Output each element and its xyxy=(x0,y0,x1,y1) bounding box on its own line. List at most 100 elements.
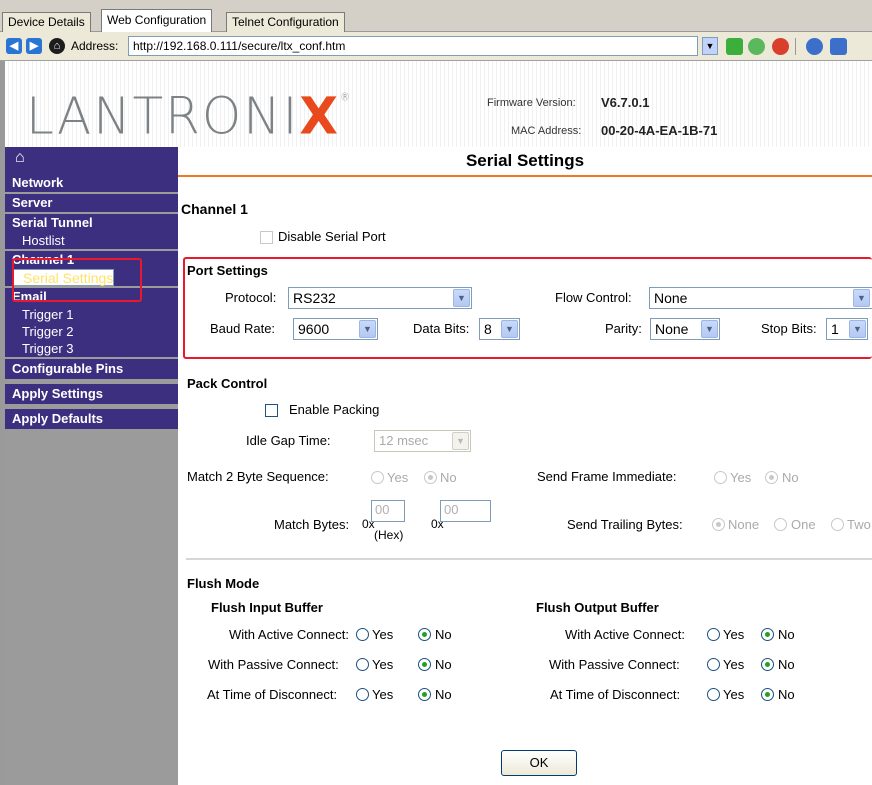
output-passive-no-radio[interactable] xyxy=(761,658,774,671)
sidebar-item-serial-tunnel[interactable]: Serial Tunnel xyxy=(12,214,178,232)
home-icon[interactable]: ⌂ xyxy=(5,147,178,174)
input-disconnect-no-radio[interactable] xyxy=(418,688,431,701)
chevron-down-icon: ▼ xyxy=(452,432,469,450)
sidebar-item-channel1[interactable]: Channel 1 xyxy=(12,251,178,269)
section-divider xyxy=(186,558,872,560)
input-disconnect-label: At Time of Disconnect: xyxy=(207,687,338,702)
protocol-label: Protocol: xyxy=(225,290,277,305)
chevron-down-icon: ▼ xyxy=(853,289,870,307)
data-bits-select[interactable]: 8 ▼ xyxy=(479,318,520,340)
match2-no-radio[interactable] xyxy=(424,471,437,484)
address-label: Address: xyxy=(71,39,119,53)
match2-yes-radio[interactable] xyxy=(371,471,384,484)
browser-tab-strip: Device Details Web Configuration Telnet … xyxy=(0,0,872,32)
disable-serial-port-checkbox[interactable] xyxy=(260,231,273,244)
send-trailing-label: Send Trailing Bytes: xyxy=(567,517,683,532)
output-active-no-label: No xyxy=(778,627,795,642)
input-disconnect-no-label: No xyxy=(435,687,452,702)
sidebar-item-trigger1[interactable]: Trigger 1 xyxy=(12,306,178,323)
sidebar-item-email[interactable]: Email xyxy=(12,288,178,306)
match2-yes-label: Yes xyxy=(387,470,409,485)
output-disconnect-no-radio[interactable] xyxy=(761,688,774,701)
input-active-label: With Active Connect: xyxy=(229,627,349,642)
address-dropdown-icon[interactable]: ▼ xyxy=(702,37,718,55)
match2-no-label: No xyxy=(440,470,457,485)
stop-icon[interactable] xyxy=(772,38,789,55)
input-active-no-label: No xyxy=(435,627,452,642)
ok-button[interactable]: OK xyxy=(501,750,577,776)
input-passive-yes-radio[interactable] xyxy=(356,658,369,671)
forward-icon[interactable]: ▶ xyxy=(26,38,42,54)
output-disconnect-yes-radio[interactable] xyxy=(707,688,720,701)
chevron-down-icon: ▼ xyxy=(501,320,518,338)
tab-telnet-configuration[interactable]: Telnet Configuration xyxy=(226,12,345,32)
disable-serial-port-label: Disable Serial Port xyxy=(278,229,386,244)
sidebar-item-hostlist[interactable]: Hostlist xyxy=(12,232,178,249)
home-browser-icon[interactable]: ⌂ xyxy=(49,38,65,54)
sidebar-item-apply-settings[interactable]: Apply Settings xyxy=(5,384,178,404)
chat-icon[interactable] xyxy=(806,38,823,55)
sidebar-item-server[interactable]: Server xyxy=(5,194,178,212)
input-active-yes-radio[interactable] xyxy=(356,628,369,641)
enable-packing-checkbox[interactable] xyxy=(265,404,278,417)
match-byte1-input[interactable]: 00 xyxy=(371,500,405,522)
output-passive-yes-label: Yes xyxy=(723,657,745,672)
go-icon[interactable] xyxy=(726,38,743,55)
sidebar-item-serial-settings[interactable]: Serial Settings xyxy=(12,269,115,286)
output-active-yes-radio[interactable] xyxy=(707,628,720,641)
toolbar-divider xyxy=(795,38,796,55)
sidebar-item-network[interactable]: Network xyxy=(5,174,178,192)
trailing-one-radio[interactable] xyxy=(774,518,787,531)
baud-rate-select[interactable]: 9600 ▼ xyxy=(293,318,378,340)
idle-gap-select[interactable]: 12 msec ▼ xyxy=(374,430,471,452)
address-bar: ◀ ▶ ⌂ Address: http://192.168.0.111/secu… xyxy=(0,32,872,61)
output-disconnect-no-label: No xyxy=(778,687,795,702)
stop-bits-select[interactable]: 1 ▼ xyxy=(826,318,868,340)
match2-label: Match 2 Byte Sequence: xyxy=(187,469,329,484)
output-active-label: With Active Connect: xyxy=(565,627,685,642)
chevron-down-icon: ▼ xyxy=(849,320,866,338)
refresh-icon[interactable] xyxy=(748,38,765,55)
sidebar-item-trigger2[interactable]: Trigger 2 xyxy=(12,323,178,340)
input-active-no-radio[interactable] xyxy=(418,628,431,641)
idle-gap-label: Idle Gap Time: xyxy=(246,433,331,448)
sidebar-item-apply-defaults[interactable]: Apply Defaults xyxy=(5,409,178,429)
tab-device-details[interactable]: Device Details xyxy=(2,12,91,32)
parity-select[interactable]: None ▼ xyxy=(650,318,720,340)
trailing-none-label: None xyxy=(728,517,760,532)
mac-label: MAC Address: xyxy=(511,125,582,137)
input-passive-no-radio[interactable] xyxy=(418,658,431,671)
flow-control-select[interactable]: None ▼ xyxy=(649,287,872,309)
sidebar-nav: ⌂ Network Server Serial Tunnel Hostlist … xyxy=(5,147,178,785)
sidebar-item-trigger3[interactable]: Trigger 3 xyxy=(12,340,178,357)
trailing-two-radio[interactable] xyxy=(831,518,844,531)
match-bytes-label: Match Bytes: xyxy=(274,517,350,532)
output-active-no-radio[interactable] xyxy=(761,628,774,641)
input-disconnect-yes-radio[interactable] xyxy=(356,688,369,701)
firmware-label: Firmware Version: xyxy=(487,97,576,109)
trailing-one-label: One xyxy=(791,517,816,532)
data-bits-label: Data Bits: xyxy=(413,321,470,336)
output-active-yes-label: Yes xyxy=(723,627,745,642)
protocol-select[interactable]: RS232 ▼ xyxy=(288,287,472,309)
window-icon[interactable] xyxy=(830,38,847,55)
send-frame-no-radio[interactable] xyxy=(765,471,778,484)
send-frame-yes-label: Yes xyxy=(730,470,752,485)
address-input[interactable]: http://192.168.0.111/secure/ltx_conf.htm xyxy=(128,36,698,56)
send-frame-yes-radio[interactable] xyxy=(714,471,727,484)
trailing-none-radio[interactable] xyxy=(712,518,725,531)
hex-note: (Hex) xyxy=(374,528,404,542)
input-passive-yes-label: Yes xyxy=(372,657,394,672)
lantronix-logo: LANTRONIX® xyxy=(26,86,352,146)
back-icon[interactable]: ◀ xyxy=(6,38,22,54)
chevron-down-icon: ▼ xyxy=(453,289,470,307)
sidebar-item-configurable-pins[interactable]: Configurable Pins xyxy=(5,359,178,379)
port-settings-heading: Port Settings xyxy=(187,263,268,278)
output-passive-yes-radio[interactable] xyxy=(707,658,720,671)
output-disconnect-label: At Time of Disconnect: xyxy=(550,687,681,702)
page-title: Serial Settings xyxy=(178,147,872,177)
pack-control-heading: Pack Control xyxy=(187,376,268,391)
match-byte2-input[interactable]: 00 xyxy=(440,500,491,522)
tab-web-configuration[interactable]: Web Configuration xyxy=(101,9,213,32)
main-content: Serial Settings Channel 1 Disable Serial… xyxy=(178,147,872,785)
